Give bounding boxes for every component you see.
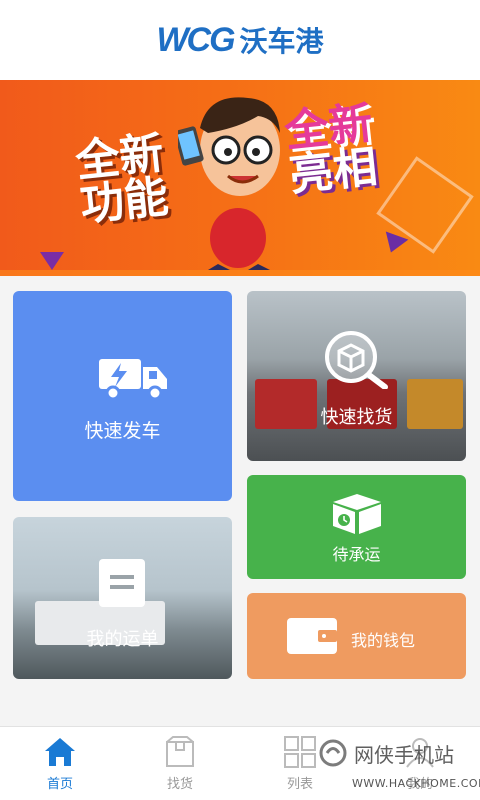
grid-icon [284,736,316,768]
banner-right-line2: 亮相 [286,141,380,202]
my-waybill-tile[interactable]: 我的运单 [13,517,232,679]
banner-headline-left: 全新 功能 [73,128,171,232]
banner-left-line2: 功能 [77,171,171,232]
nav-label-home: 首页 [46,777,73,792]
watermark-text: 网侠手机站 [354,742,454,767]
home-icon [45,738,75,766]
my-wallet-label: 我的钱包 [351,631,416,650]
find-cargo-label: 快速找货 [320,407,393,428]
logo-mark: WCG [156,20,235,59]
site-watermark: 网侠手机站 [318,738,454,768]
banner-bottom-stripe [0,270,480,276]
my-wallet-tile[interactable]: 我的钱包 [247,593,466,679]
wallet-icon [287,618,337,654]
app-logo: WCG 沃车港 [156,20,323,60]
nav-item-find-cargo[interactable]: 找货 [120,727,240,800]
box-icon [166,736,194,767]
truck-lightning-icon [99,359,167,401]
logo-text: 沃车港 [239,25,324,58]
watermark-logo-icon [319,739,347,767]
banner-headline-right: 全新 亮相 [282,98,380,202]
nav-item-home[interactable]: 首页 [0,727,120,800]
banner-decoration-triangle [379,231,409,257]
mascot-illustration [178,97,280,270]
box-search-icon [325,331,388,389]
nav-label-find-cargo: 找货 [166,777,193,792]
pending-shipment-label: 待承运 [332,545,381,564]
fast-dispatch-tile[interactable]: 快速发车 [13,291,232,501]
find-cargo-tile[interactable]: 快速找货 [247,291,466,461]
nav-label-list: 列表 [286,777,313,792]
banner-decoration-triangle [40,252,64,270]
pending-shipment-tile[interactable]: 待承运 [247,475,466,579]
app-screen: WCG 沃车港 全新 功能 全新 亮相 快速发车 快速找货 待承运 我的运单 我… [0,0,480,800]
watermark-url: WWW.HACKHOME.COM [352,777,480,790]
box-clock-icon [333,494,381,534]
document-icon [99,559,145,607]
app-header: WCG 沃车港 [0,0,480,80]
fast-dispatch-label: 快速发车 [84,420,161,442]
promo-banner[interactable]: 全新 功能 全新 亮相 [0,80,480,276]
my-waybill-label: 我的运单 [86,629,159,650]
